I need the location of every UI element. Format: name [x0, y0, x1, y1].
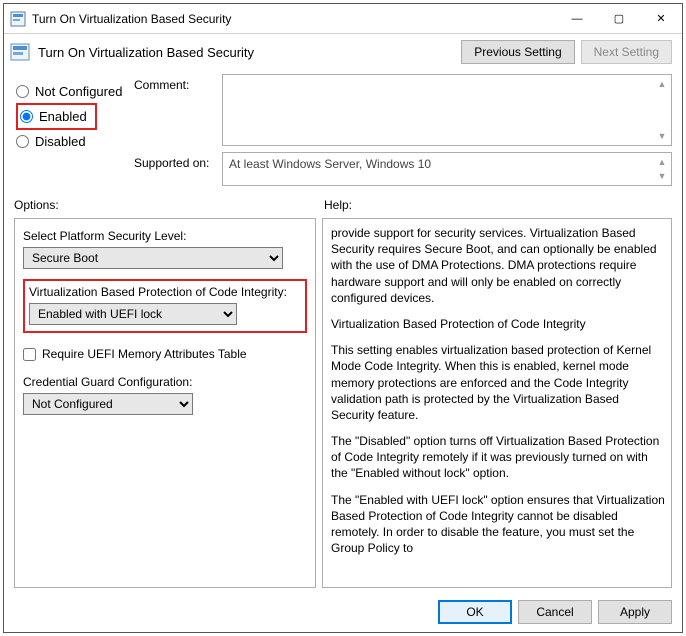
previous-setting-button[interactable]: Previous Setting [461, 40, 574, 64]
titlebar-controls: — ▢ ✕ [556, 5, 682, 33]
radio-enabled-input[interactable] [20, 110, 33, 123]
platform-security-block: Select Platform Security Level: Secure B… [23, 229, 307, 269]
radio-enabled[interactable]: Enabled [18, 107, 89, 126]
comment-field[interactable]: ▲ ▼ [222, 74, 672, 146]
checkbox-label: Require UEFI Memory Attributes Table [42, 347, 247, 361]
scroll-up-icon[interactable]: ▲ [655, 77, 669, 91]
help-content[interactable]: provide support for security services. V… [323, 219, 671, 587]
minimize-button[interactable]: — [556, 5, 598, 33]
apply-button[interactable]: Apply [598, 600, 672, 624]
titlebar: Turn On Virtualization Based Security — … [4, 4, 682, 34]
window-title: Turn On Virtualization Based Security [32, 12, 231, 26]
highlight-enabled: Enabled [16, 103, 97, 130]
help-paragraph: The "Enabled with UEFI lock" option ensu… [331, 492, 665, 557]
vbpci-label: Virtualization Based Protection of Code … [29, 285, 299, 299]
options-label: Options: [14, 198, 324, 212]
dialog-footer: OK Cancel Apply [4, 594, 682, 632]
ok-button[interactable]: OK [438, 600, 512, 624]
supported-on-text: At least Windows Server, Windows 10 [229, 157, 431, 171]
help-paragraph: The "Disabled" option turns off Virtuali… [331, 433, 665, 482]
help-paragraph: provide support for security services. V… [331, 225, 665, 306]
radio-disabled[interactable]: Disabled [16, 130, 134, 153]
maximize-button[interactable]: ▢ [598, 5, 640, 33]
radio-disabled-input[interactable] [16, 135, 29, 148]
state-radio-group: Not Configured Enabled Disabled [16, 74, 134, 186]
dialog-window: Turn On Virtualization Based Security — … [3, 3, 683, 633]
comment-label: Comment: [134, 74, 216, 146]
pane-labels: Options: Help: [4, 188, 682, 214]
policy-icon [10, 43, 30, 61]
scroll-down-icon[interactable]: ▼ [655, 169, 669, 183]
options-pane: Select Platform Security Level: Secure B… [14, 218, 316, 588]
policy-title: Turn On Virtualization Based Security [38, 45, 254, 60]
credential-guard-block: Credential Guard Configuration: Not Conf… [23, 375, 307, 415]
vbpci-block: Virtualization Based Protection of Code … [23, 279, 307, 333]
titlebar-left: Turn On Virtualization Based Security [10, 11, 231, 27]
help-pane: provide support for security services. V… [322, 218, 672, 588]
radio-label: Enabled [39, 109, 87, 124]
scroll-down-icon[interactable]: ▼ [655, 129, 669, 143]
help-label: Help: [324, 198, 672, 212]
require-uefi-mat-block: Require UEFI Memory Attributes Table [23, 347, 307, 361]
require-uefi-mat-input[interactable] [23, 348, 36, 361]
lower-panes: Select Platform Security Level: Secure B… [4, 214, 682, 594]
supported-on-field: At least Windows Server, Windows 10 ▲ ▼ [222, 152, 672, 186]
platform-security-label: Select Platform Security Level: [23, 229, 307, 243]
meta-column: Comment: ▲ ▼ Supported on: At least Wind… [134, 74, 672, 186]
cancel-button[interactable]: Cancel [518, 600, 592, 624]
setting-nav-buttons: Previous Setting Next Setting [461, 40, 672, 64]
credential-guard-label: Credential Guard Configuration: [23, 375, 307, 389]
require-uefi-mat-checkbox[interactable]: Require UEFI Memory Attributes Table [23, 347, 307, 361]
comment-row: Comment: ▲ ▼ [134, 74, 672, 146]
supported-on-label: Supported on: [134, 152, 216, 186]
close-button[interactable]: ✕ [640, 5, 682, 33]
scroll-up-icon[interactable]: ▲ [655, 155, 669, 169]
next-setting-button[interactable]: Next Setting [581, 40, 672, 64]
help-paragraph: This setting enables virtualization base… [331, 342, 665, 423]
policy-icon [10, 11, 26, 27]
radio-not-configured-input[interactable] [16, 85, 29, 98]
upper-section: Not Configured Enabled Disabled Comment:… [4, 68, 682, 188]
credential-guard-select[interactable]: Not Configured [23, 393, 193, 415]
platform-security-select[interactable]: Secure Boot [23, 247, 283, 269]
vbpci-select[interactable]: Enabled with UEFI lock [29, 303, 237, 325]
radio-not-configured[interactable]: Not Configured [16, 80, 134, 103]
help-heading: Virtualization Based Protection of Code … [331, 316, 665, 332]
subheader: Turn On Virtualization Based Security Pr… [4, 34, 682, 68]
subheader-left: Turn On Virtualization Based Security [10, 43, 254, 61]
radio-label: Disabled [35, 134, 86, 149]
supported-row: Supported on: At least Windows Server, W… [134, 152, 672, 186]
radio-label: Not Configured [35, 84, 122, 99]
